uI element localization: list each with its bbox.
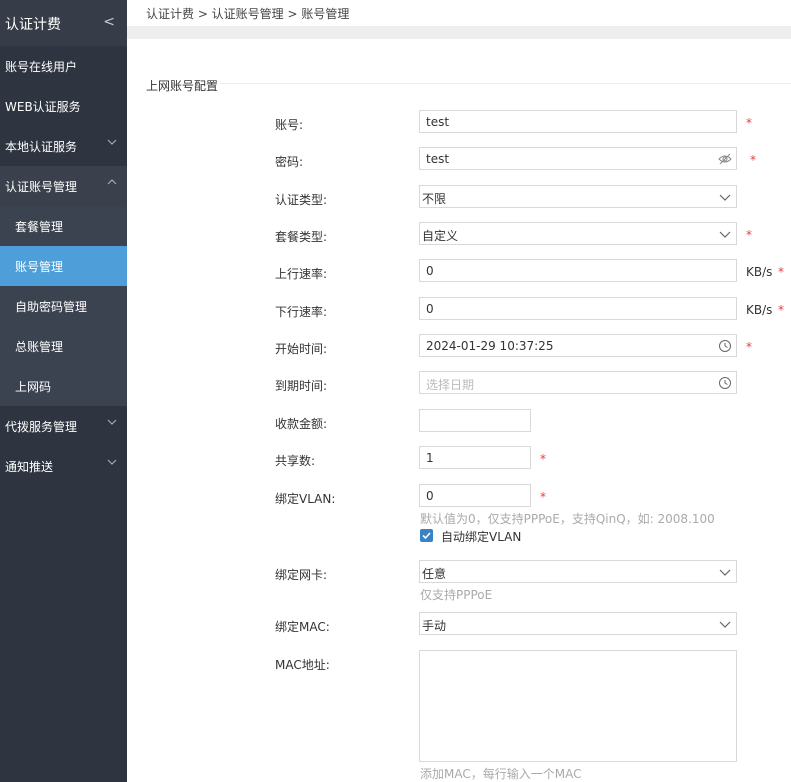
password-input[interactable]: test (419, 147, 737, 170)
nic-select[interactable]: 任意 (419, 560, 737, 583)
sidebar-item-label: 通知推送 (5, 460, 54, 474)
account-input[interactable]: test (419, 110, 737, 133)
required-mark: * (540, 452, 546, 466)
share-count-input[interactable]: 1 (419, 446, 531, 469)
sidebar-item-online-users[interactable]: 账号在线用户 (0, 46, 127, 86)
sidebar-item-dial-service[interactable]: 代拨服务管理 (0, 406, 127, 446)
required-mark: * (778, 303, 784, 317)
sidebar-item-label: 账号管理 (15, 260, 64, 274)
vlan-value: 0 (426, 489, 434, 503)
password-value: test (426, 152, 450, 166)
sidebar-item-label: 总账管理 (15, 340, 64, 354)
start-time-value: 2024-01-29 10:37:25 (426, 339, 554, 353)
start-time-label: 开始时间: (275, 342, 328, 356)
package-type-label: 套餐类型: (275, 230, 328, 244)
mac-address-label: MAC地址: (275, 658, 330, 672)
amount-label: 收款金额: (275, 417, 328, 431)
start-time-picker[interactable]: 2024-01-29 10:37:25 (419, 334, 737, 357)
sidebar-header: 认证计费 < (0, 0, 127, 46)
sidebar-item-label: 认证账号管理 (5, 180, 78, 194)
sidebar-item-auth-account[interactable]: 认证账号管理 (0, 166, 127, 206)
auth-type-label: 认证类型: (275, 193, 328, 207)
auth-type-select[interactable]: 不限 (419, 185, 737, 208)
nic-hint: 仅支持PPPoE (420, 588, 493, 602)
mac-bind-select[interactable]: 手动 (419, 612, 737, 635)
account-label: 账号: (275, 118, 304, 132)
nic-value: 任意 (422, 567, 447, 581)
up-rate-label: 上行速率: (275, 267, 328, 281)
auto-vlan-label[interactable]: 自动绑定VLAN (441, 528, 521, 545)
breadcrumb: 认证计费 > 认证账号管理 > 账号管理 (146, 7, 350, 21)
expire-time-picker[interactable]: 选择日期 (419, 371, 737, 394)
sidebar-title: 认证计费 (5, 17, 61, 33)
check-icon (422, 532, 431, 540)
expire-time-label: 到期时间: (275, 379, 328, 393)
sidebar: 认证计费 < 账号在线用户 WEB认证服务 本地认证服务 认证账号管理 套餐管理… (0, 0, 127, 782)
required-mark: * (746, 116, 752, 130)
auth-type-value: 不限 (422, 192, 447, 206)
required-mark: * (778, 265, 784, 279)
share-count-value: 1 (426, 451, 434, 465)
down-rate-label: 下行速率: (275, 305, 328, 319)
sidebar-item-self-password[interactable]: 自助密码管理 (0, 286, 127, 326)
vlan-label: 绑定VLAN: (275, 492, 336, 506)
chevron-down-icon (107, 459, 117, 465)
down-rate-input[interactable]: 0 (419, 297, 737, 320)
chevron-down-icon (107, 139, 117, 145)
sidebar-item-label: 套餐管理 (15, 220, 64, 234)
divider-band (127, 26, 791, 39)
required-mark: * (750, 153, 756, 167)
package-type-value: 自定义 (422, 229, 459, 243)
expire-time-placeholder: 选择日期 (426, 378, 475, 392)
chevron-down-icon (719, 621, 731, 628)
mac-address-hint: 添加MAC，每行输入一个MAC (420, 767, 582, 781)
mac-bind-value: 手动 (422, 619, 447, 633)
sidebar-item-account-manage[interactable]: 账号管理 (0, 246, 127, 286)
required-mark: * (540, 490, 546, 504)
sidebar-item-label: 代拨服务管理 (5, 420, 78, 434)
chevron-down-icon (719, 569, 731, 576)
chevron-down-icon (107, 419, 117, 425)
sidebar-item-local-auth[interactable]: 本地认证服务 (0, 126, 127, 166)
required-mark: * (746, 340, 752, 354)
mac-address-textarea[interactable] (419, 650, 737, 762)
sidebar-item-access-code[interactable]: 上网码 (0, 366, 127, 406)
section-title: 上网账号配置 (146, 79, 219, 93)
nic-label: 绑定网卡: (275, 568, 328, 582)
sidebar-item-label: 上网码 (15, 380, 52, 394)
down-rate-unit: KB/s (746, 303, 773, 317)
clock-icon (719, 340, 731, 352)
sidebar-item-label: 自助密码管理 (15, 300, 88, 314)
up-rate-unit: KB/s (746, 265, 773, 279)
share-count-label: 共享数: (275, 454, 316, 468)
sidebar-item-label: WEB认证服务 (5, 100, 81, 114)
chevron-down-icon (719, 194, 731, 201)
sidebar-item-label: 账号在线用户 (5, 60, 78, 74)
vlan-input[interactable]: 0 (419, 484, 531, 507)
password-label: 密码: (275, 155, 304, 169)
up-rate-input[interactable]: 0 (419, 259, 737, 282)
sidebar-item-notify[interactable]: 通知推送 (0, 446, 127, 486)
sidebar-item-package[interactable]: 套餐管理 (0, 206, 127, 246)
clock-icon (719, 377, 731, 389)
eye-hidden-icon[interactable] (718, 152, 732, 166)
package-type-select[interactable]: 自定义 (419, 222, 737, 245)
section-divider (220, 83, 791, 84)
chevron-down-icon (719, 231, 731, 238)
mac-bind-label: 绑定MAC: (275, 620, 330, 634)
auto-vlan-checkbox[interactable] (420, 529, 433, 542)
down-rate-value: 0 (426, 302, 434, 316)
vlan-hint: 默认值为0，仅支持PPPoE，支持QinQ，如: 2008.100 (420, 512, 715, 526)
collapse-icon[interactable]: < (103, 14, 115, 30)
sidebar-item-label: 本地认证服务 (5, 140, 78, 154)
sidebar-item-ledger[interactable]: 总账管理 (0, 326, 127, 366)
sidebar-item-web-auth[interactable]: WEB认证服务 (0, 86, 127, 126)
account-value: test (426, 115, 450, 129)
chevron-up-icon (107, 179, 117, 185)
amount-input[interactable] (419, 409, 531, 432)
required-mark: * (746, 228, 752, 242)
up-rate-value: 0 (426, 264, 434, 278)
